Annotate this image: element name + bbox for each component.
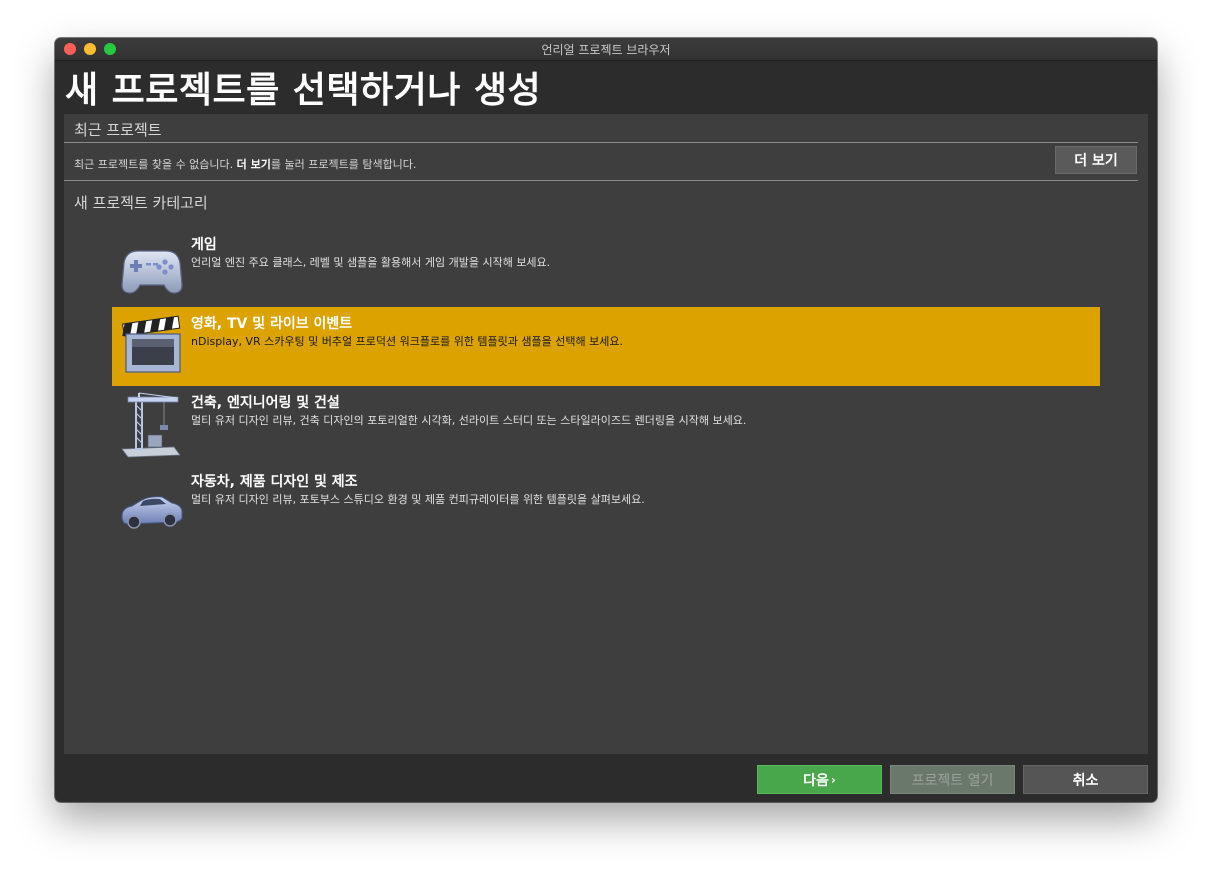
- divider: [64, 180, 1138, 181]
- divider: [64, 142, 1138, 143]
- category-description: 언리얼 엔진 주요 클래스, 레벨 및 샘플을 활용해서 게임 개발을 시작해 …: [191, 256, 551, 269]
- car-icon: [121, 496, 183, 529]
- category-description: 멀티 유저 디자인 리뷰, 건축 디자인의 포토리얼한 시각화, 선라이트 스터…: [191, 414, 747, 427]
- category-description: nDisplay, VR 스카우팅 및 버추얼 프로덕션 워크플로를 위한 템플…: [191, 335, 623, 348]
- title-bar: 언리얼 프로젝트 브라우저: [55, 38, 1157, 61]
- crane-icon: [121, 392, 181, 458]
- next-button-label: 다음: [803, 772, 829, 789]
- new-project-categories-header: 새 프로젝트 카테고리: [74, 194, 208, 212]
- chevron-right-icon: ›: [830, 772, 836, 787]
- recent-message-text: 최근 프로젝트를 찾을 수 없습니다.: [74, 158, 237, 171]
- page-title: 새 프로젝트를 선택하거나 생성: [65, 70, 542, 111]
- category-item-automotive[interactable]: 자동차, 제품 디자인 및 제조 멀티 유저 디자인 리뷰, 포토부스 스튜디오…: [112, 465, 1100, 544]
- project-browser-window: 언리얼 프로젝트 브라우저 새 프로젝트를 선택하거나 생성 최근 프로젝트 최…: [55, 38, 1157, 802]
- category-title: 건축, 엔지니어링 및 건설: [191, 395, 340, 411]
- category-item-film-tv-live[interactable]: 영화, TV 및 라이브 이벤트 nDisplay, VR 스카우팅 및 버추얼…: [112, 307, 1100, 386]
- more-button[interactable]: 더 보기: [1055, 146, 1137, 174]
- clapperboard-icon: [122, 315, 181, 373]
- category-title: 게임: [191, 237, 217, 253]
- category-description: 멀티 유저 디자인 리뷰, 포토부스 스튜디오 환경 및 제품 컨피규레이터를 …: [191, 493, 645, 506]
- cancel-button[interactable]: 취소: [1023, 765, 1148, 794]
- recent-projects-header: 최근 프로젝트: [74, 121, 162, 139]
- category-title: 영화, TV 및 라이브 이벤트: [191, 316, 353, 332]
- category-list: 게임 언리얼 엔진 주요 클래스, 레벨 및 샘플을 활용해서 게임 개발을 시…: [112, 228, 1100, 544]
- category-title: 자동차, 제품 디자인 및 제조: [191, 474, 358, 490]
- category-item-architecture[interactable]: 건축, 엔지니어링 및 건설 멀티 유저 디자인 리뷰, 건축 디자인의 포토리…: [112, 386, 1100, 465]
- category-item-game[interactable]: 게임 언리얼 엔진 주요 클래스, 레벨 및 샘플을 활용해서 게임 개발을 시…: [112, 228, 1100, 307]
- recent-projects-message: 최근 프로젝트를 찾을 수 없습니다. 더 보기를 눌러 프로젝트를 탐색합니다…: [74, 156, 416, 172]
- content-panel: 최근 프로젝트 최근 프로젝트를 찾을 수 없습니다. 더 보기를 눌러 프로젝…: [64, 114, 1148, 754]
- next-button[interactable]: 다음 ›: [757, 765, 882, 794]
- open-project-button[interactable]: 프로젝트 열기: [890, 765, 1015, 794]
- window-title: 언리얼 프로젝트 브라우저: [541, 43, 671, 57]
- recent-message-text-end: 를 눌러 프로젝트를 탐색합니다.: [270, 158, 417, 171]
- recent-message-bold: 더 보기: [236, 158, 271, 171]
- gamepad-icon: [121, 250, 183, 294]
